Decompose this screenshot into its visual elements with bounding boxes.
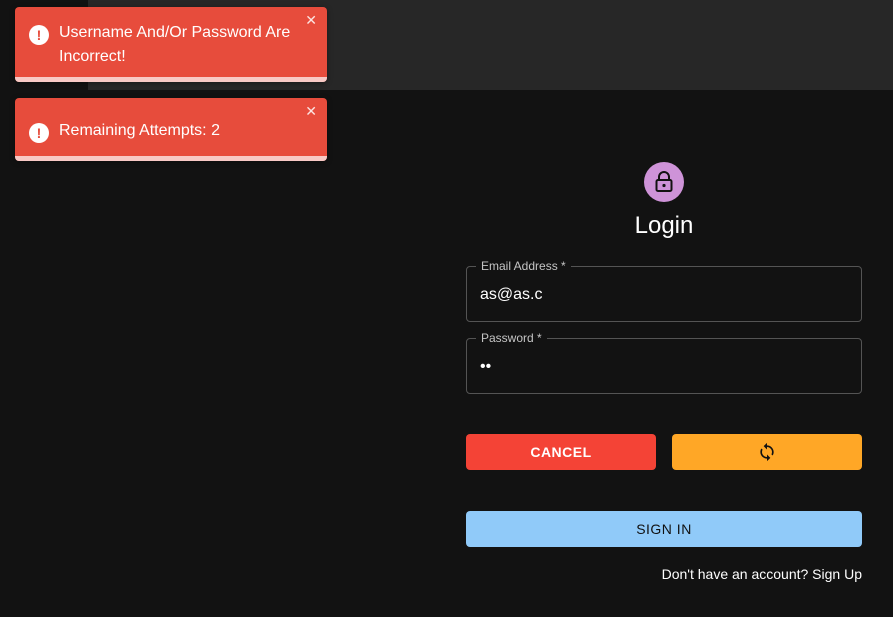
page-title: Login [634,212,694,239]
toast-progress-bar [15,77,327,82]
sign-up-link[interactable]: Don't have an account? Sign Up [662,564,862,584]
close-icon[interactable]: ✕ [305,13,317,29]
sign-in-button[interactable]: SIGN IN [466,511,862,547]
close-icon[interactable]: ✕ [305,104,317,120]
toast-body: ! Username And/Or Password Are Incorrect… [29,21,297,69]
password-input[interactable] [480,355,850,379]
login-page: ! Username And/Or Password Are Incorrect… [0,0,893,617]
refresh-icon [760,442,774,462]
password-field[interactable]: Password * [466,331,862,394]
email-input[interactable] [480,283,850,307]
lock-avatar [644,162,684,202]
cancel-button[interactable]: CANCEL [466,434,656,470]
reset-button[interactable] [672,434,862,470]
password-label: Password * [476,331,547,345]
email-label: Email Address * [476,259,571,273]
toast-progress-bar [15,156,327,161]
exclamation-circle-icon: ! [29,123,49,143]
lock-icon [655,171,673,192]
email-field[interactable]: Email Address * [466,259,862,322]
exclamation-circle-icon: ! [29,25,49,45]
attempts-toast[interactable]: ! Remaining Attempts: 2 ✕ [15,98,327,161]
error-toast[interactable]: ! Username And/Or Password Are Incorrect… [15,7,327,82]
toast-body: ! Remaining Attempts: 2 [29,119,297,143]
toast-message: Remaining Attempts: 2 [59,122,220,139]
toast-message: Username And/Or Password Are Incorrect! [59,24,291,65]
